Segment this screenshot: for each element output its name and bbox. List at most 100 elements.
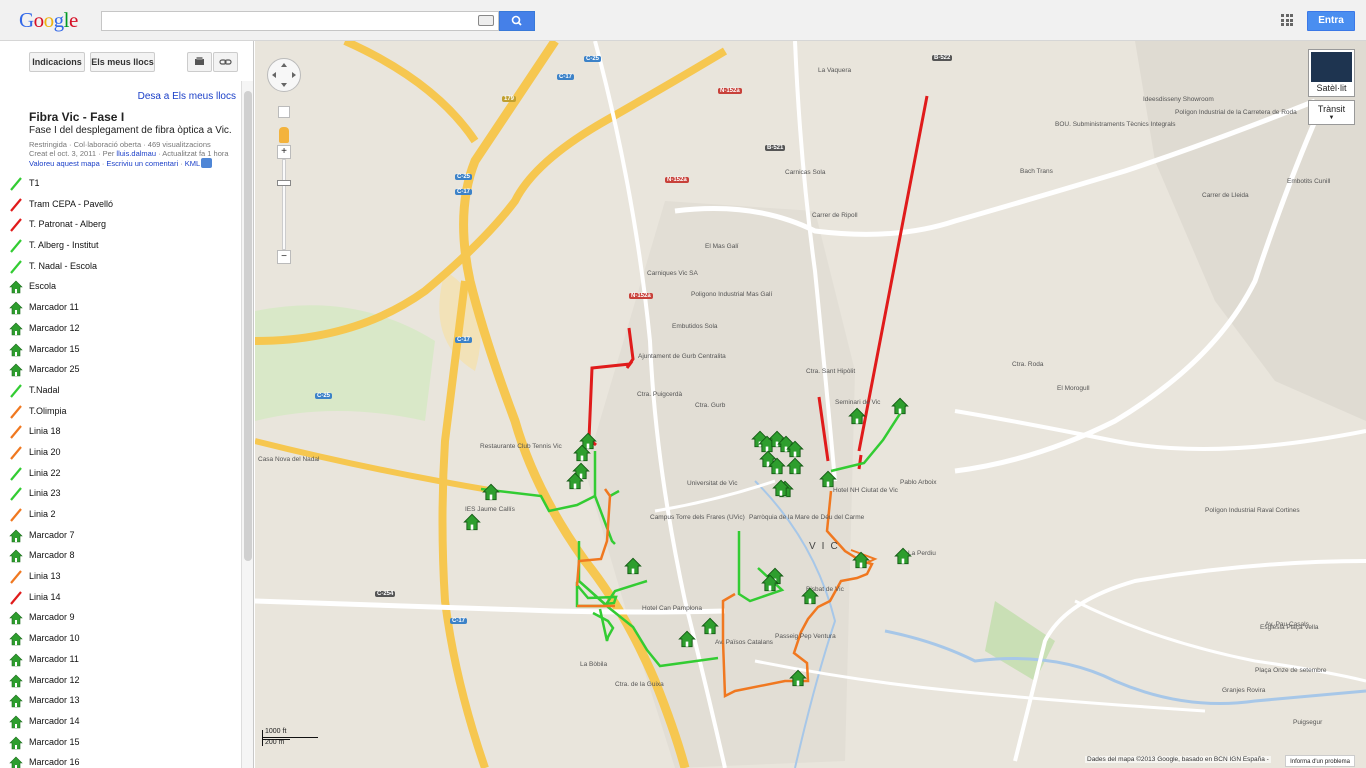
layer-label: T1 — [29, 178, 40, 188]
search-button[interactable] — [499, 11, 535, 31]
house-marker-icon[interactable] — [852, 551, 870, 569]
scale-bar-ft — [262, 737, 318, 738]
layer-label: T. Alberg - Institut — [29, 240, 99, 251]
layer-item[interactable]: T. Nadal - Escola — [6, 258, 240, 279]
layer-label: Linia 2 — [29, 509, 56, 519]
zoom-reset-button[interactable] — [278, 106, 290, 118]
layer-label: Marcador 15 — [29, 343, 80, 354]
rate-map-link[interactable]: Valoreu aquest mapa — [29, 159, 100, 168]
kml-link[interactable]: KML — [185, 159, 200, 168]
layer-item[interactable]: Marcador 12 — [6, 672, 240, 693]
layer-item[interactable]: Marcador 15 — [6, 734, 240, 755]
layer-item[interactable]: Marcador 11 — [6, 651, 240, 672]
street-view-pegman-icon[interactable] — [279, 127, 289, 143]
layer-item[interactable]: Escola — [6, 278, 240, 299]
layer-item[interactable]: Linia 20 — [6, 444, 240, 465]
signin-button[interactable]: Entra — [1307, 11, 1355, 31]
house-marker-icon[interactable] — [891, 397, 909, 415]
house-marker-icon[interactable] — [566, 472, 584, 490]
link-button[interactable] — [213, 52, 238, 72]
map-place-label: Bach Trans — [1020, 168, 1053, 175]
layer-item[interactable]: Linia 2 — [6, 506, 240, 527]
layer-item[interactable]: T.Olimpia — [6, 403, 240, 424]
map-place-label: Ctra. Puigcerdà — [637, 391, 683, 398]
house-marker-icon[interactable] — [786, 457, 804, 475]
road-number-badge: C-25 — [584, 56, 602, 62]
layer-item[interactable]: Linia 14 — [6, 589, 240, 610]
layer-item[interactable]: Linia 23 — [6, 485, 240, 506]
report-problem-link[interactable]: Informa d'un problema — [1285, 755, 1355, 767]
layer-label: Marcador 7 — [29, 529, 75, 540]
house-marker-icon[interactable] — [678, 630, 696, 648]
layer-item[interactable]: T. Patronat - Alberg — [6, 216, 240, 237]
traffic-button[interactable]: Trànsit ▼ — [1308, 100, 1355, 125]
my-places-button[interactable]: Els meus llocs — [90, 52, 155, 72]
comment-link[interactable]: Escriviu un comentari — [106, 159, 178, 168]
google-logo[interactable]: Google — [19, 8, 78, 33]
house-marker-icon[interactable] — [482, 483, 500, 501]
print-button[interactable] — [187, 52, 212, 72]
satellite-button[interactable]: Satèl·lit — [1308, 49, 1355, 97]
house-icon — [9, 280, 23, 294]
house-marker-icon[interactable] — [819, 470, 837, 488]
house-marker-icon[interactable] — [772, 479, 790, 497]
layer-label: Marcador 9 — [29, 612, 75, 623]
top-bar: Google Entra — [0, 0, 1366, 41]
house-marker-icon[interactable] — [761, 574, 779, 592]
search-input[interactable] — [101, 11, 499, 31]
layer-label: Marcador 8 — [29, 550, 75, 561]
layer-item[interactable]: T. Alberg - Institut — [6, 237, 240, 258]
road-number-badge: C-17 — [450, 618, 468, 624]
road-number-badge: N-152a — [665, 177, 689, 183]
apps-grid-icon[interactable] — [1281, 14, 1293, 26]
layer-item[interactable]: Marcador 12 — [6, 320, 240, 341]
layer-item[interactable]: T.Nadal — [6, 382, 240, 403]
layer-item[interactable]: Marcador 15 — [6, 341, 240, 362]
road-number-badge: C-25 — [315, 393, 333, 399]
pan-control[interactable] — [267, 58, 301, 92]
house-marker-icon[interactable] — [573, 444, 591, 462]
scrollbar-thumb[interactable] — [244, 91, 252, 561]
house-marker-icon[interactable] — [848, 407, 866, 425]
layer-item[interactable]: Marcador 14 — [6, 713, 240, 734]
zoom-in-button[interactable]: + — [277, 145, 291, 159]
author-link[interactable]: lluis.dalmau — [116, 149, 156, 158]
layer-item[interactable]: Marcador 16 — [6, 754, 240, 768]
map-canvas[interactable]: La Vaquera Ideesdisseny Showroom BOU. Subm… — [255, 41, 1366, 768]
zoom-slider-handle[interactable] — [277, 180, 291, 186]
sidebar-scrollbar[interactable] — [241, 81, 253, 768]
layer-item[interactable]: Marcador 8 — [6, 547, 240, 568]
layer-item[interactable]: Linia 22 — [6, 465, 240, 486]
map-place-label: Plaça Onze de setembre — [1255, 667, 1327, 674]
rss-icon[interactable] — [201, 158, 212, 168]
layer-item[interactable]: Linia 13 — [6, 568, 240, 589]
zoom-slider-track[interactable] — [282, 159, 286, 250]
house-marker-icon[interactable] — [801, 587, 819, 605]
line-icon — [9, 177, 23, 191]
house-marker-icon[interactable] — [624, 557, 642, 575]
layer-label: Tram CEPA - Pavelló — [29, 198, 114, 209]
layer-item[interactable]: Marcador 7 — [6, 527, 240, 548]
house-marker-icon[interactable] — [768, 457, 786, 475]
save-to-my-places-link[interactable]: Desa a Els meus llocs — [138, 91, 236, 102]
layer-item[interactable]: Marcador 9 — [6, 609, 240, 630]
map-base — [255, 41, 1366, 768]
house-marker-icon[interactable] — [786, 440, 804, 458]
directions-button[interactable]: Indicacions — [29, 52, 85, 72]
keyboard-icon[interactable] — [478, 15, 494, 26]
house-icon — [9, 611, 23, 625]
house-marker-icon[interactable] — [789, 669, 807, 687]
house-marker-icon[interactable] — [894, 547, 912, 565]
zoom-out-button[interactable]: − — [277, 250, 291, 264]
layer-item[interactable]: T1 — [6, 175, 240, 196]
house-marker-icon[interactable] — [701, 617, 719, 635]
house-marker-icon[interactable] — [463, 513, 481, 531]
layer-item[interactable]: Linia 18 — [6, 423, 240, 444]
logo-letter: o — [43, 8, 55, 32]
layer-item[interactable]: Marcador 10 — [6, 630, 240, 651]
layer-item[interactable]: Marcador 11 — [6, 299, 240, 320]
layer-item[interactable]: Marcador 13 — [6, 692, 240, 713]
map-place-label: Ctra. de la Guixa — [615, 681, 664, 688]
layer-item[interactable]: Tram CEPA - Pavelló — [6, 196, 240, 217]
layer-item[interactable]: Marcador 25 — [6, 361, 240, 382]
